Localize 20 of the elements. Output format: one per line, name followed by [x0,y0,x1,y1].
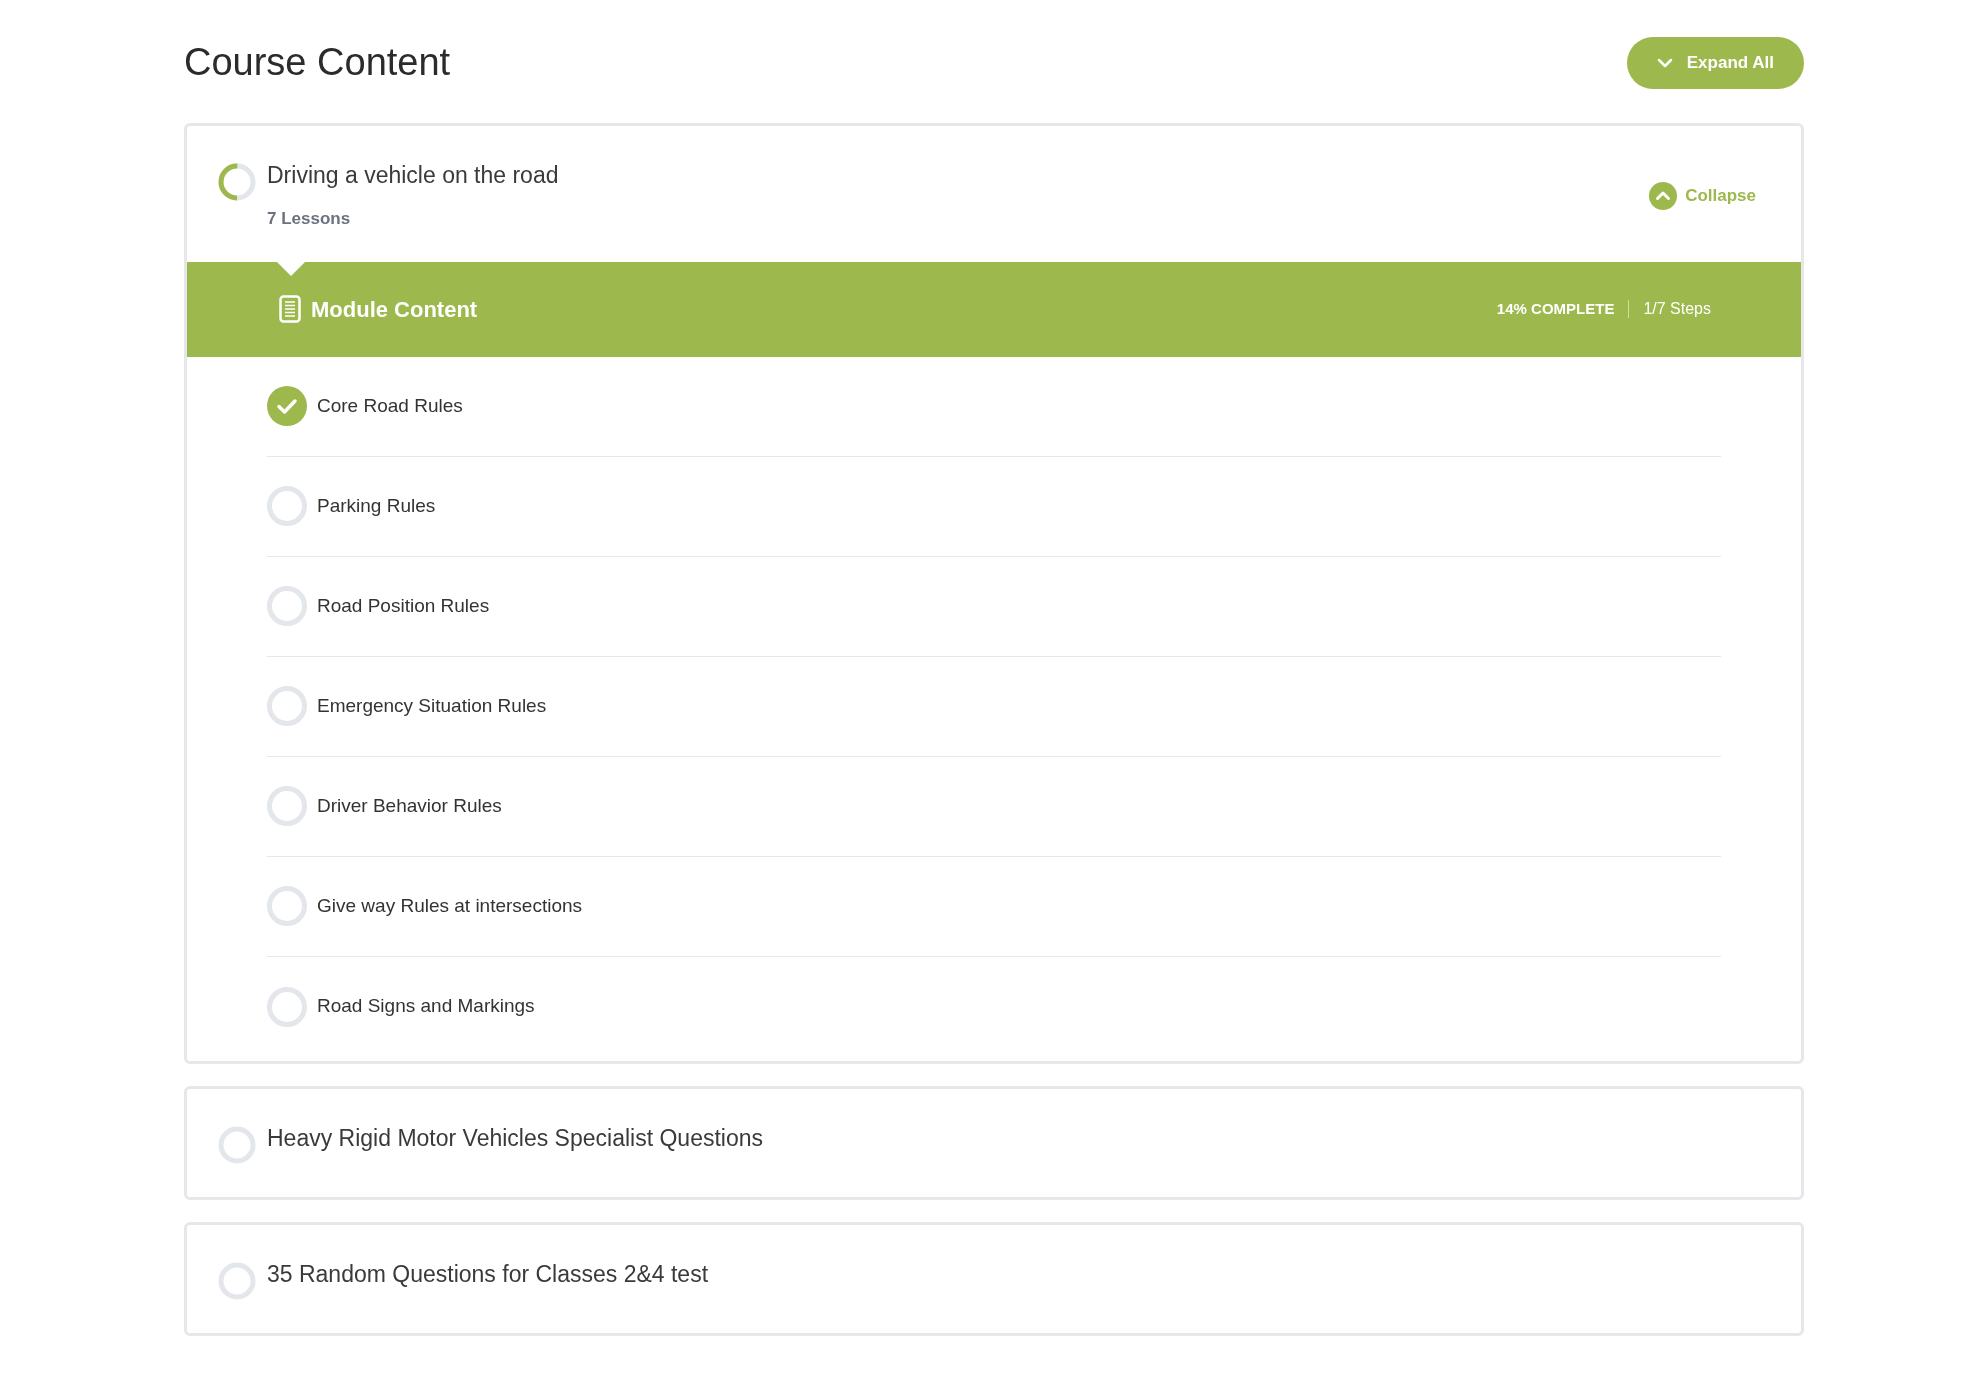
module-content-title: Module Content [311,295,479,324]
lesson-link[interactable]: Road Signs and Markings [317,992,535,1021]
module-title[interactable]: Driving a vehicle on the road [267,158,1650,192]
lesson-link[interactable]: Parking Rules [317,491,436,521]
module-title[interactable]: 35 Random Questions for Classes 2&4 test [267,1256,1756,1291]
lesson-count: 7 Lessons [267,208,352,230]
pointer-notch [277,261,305,276]
progress-ring-icon [217,162,257,202]
document-icon [279,295,301,323]
progress-text: 14% COMPLETE [1496,298,1615,319]
steps-text: 1/7 Steps [1643,299,1711,319]
chevron-up-circle-icon [1649,182,1678,210]
module-title[interactable]: Heavy Rigid Motor Vehicles Specialist Questions [267,1120,1756,1155]
lesson-link[interactable]: Driver Behavior Rules [317,791,502,821]
lesson-link[interactable]: Emergency Situation Rules [317,691,547,721]
chevron-down-icon [1656,57,1673,68]
lesson-link[interactable]: Road Position Rules [317,591,490,621]
lesson-link[interactable]: Core Road Rules [317,391,463,421]
lesson-link[interactable]: Give way Rules at intersections [317,891,583,921]
page-title: Course Content [184,40,451,85]
